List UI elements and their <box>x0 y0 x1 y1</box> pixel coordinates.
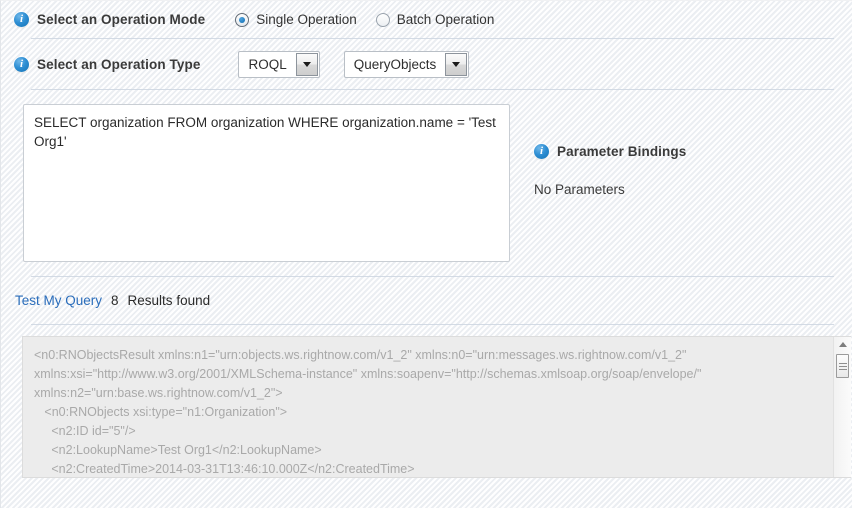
scrollbar-thumb[interactable] <box>836 354 849 378</box>
parameter-bindings-empty-text: No Parameters <box>534 182 625 197</box>
operation-name-select[interactable]: QueryObjects <box>343 50 470 78</box>
operation-config-page: Select an Operation Mode Single Operatio… <box>0 0 852 508</box>
parameter-bindings-panel: Parameter Bindings No Parameters <box>534 104 686 262</box>
operation-name-select-value: QueryObjects <box>353 56 437 72</box>
query-input[interactable]: SELECT organization FROM organization WH… <box>23 104 510 262</box>
divider-2 <box>31 89 834 90</box>
operation-type-row: Select an Operation Type ROQL QueryObjec… <box>1 39 852 89</box>
info-icon <box>534 143 549 159</box>
operation-mode-radio-group: Single Operation Batch Operation <box>235 12 506 27</box>
operation-mode-row: Select an Operation Mode Single Operatio… <box>1 1 852 38</box>
query-language-select-value: ROQL <box>248 56 287 72</box>
operation-mode-label: Select an Operation Mode <box>37 12 206 27</box>
radio-batch-operation-label[interactable]: Batch Operation <box>397 12 495 27</box>
info-icon <box>14 11 29 27</box>
radio-single-operation-label[interactable]: Single Operation <box>256 12 357 27</box>
test-my-query-link[interactable]: Test My Query <box>15 293 102 308</box>
result-scrollbar[interactable] <box>833 337 851 477</box>
operation-type-label: Select an Operation Type <box>37 56 201 72</box>
divider-4 <box>31 324 834 325</box>
radio-batch-operation[interactable] <box>375 12 390 27</box>
divider-1 <box>31 38 834 39</box>
chevron-down-icon[interactable] <box>445 52 468 76</box>
chevron-down-icon[interactable] <box>295 52 318 76</box>
caret-up-icon[interactable] <box>834 337 851 352</box>
info-icon <box>14 56 29 72</box>
query-result-xml: <n0:RNObjectsResult xmlns:n1="urn:object… <box>34 348 702 476</box>
results-found-label: Results found <box>127 293 211 308</box>
radio-single-operation[interactable] <box>235 12 250 27</box>
test-query-row: Test My Query 8 Results found <box>1 277 852 324</box>
query-language-select[interactable]: ROQL <box>238 50 320 78</box>
parameter-bindings-title: Parameter Bindings <box>557 144 687 159</box>
results-count: 8 <box>111 293 119 308</box>
query-result-panel: <n0:RNObjectsResult xmlns:n1="urn:object… <box>22 336 851 478</box>
divider-3 <box>31 276 834 277</box>
parameter-bindings-header: Parameter Bindings <box>534 143 687 159</box>
query-area: SELECT organization FROM organization WH… <box>1 90 852 262</box>
